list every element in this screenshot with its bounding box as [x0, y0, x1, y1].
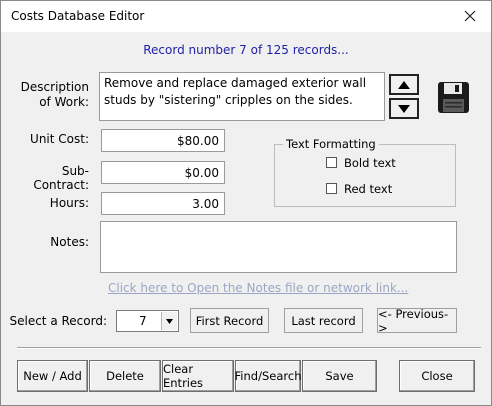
- close-icon[interactable]: [455, 3, 485, 29]
- title-bar: Costs Database Editor: [1, 1, 491, 32]
- delete-button[interactable]: Delete: [89, 360, 161, 392]
- hours-label: Hours:: [49, 196, 89, 210]
- record-select-value: 7: [139, 314, 147, 328]
- select-record-label: Select a Record:: [9, 314, 107, 328]
- separator: [17, 347, 481, 349]
- notes-label: Notes:: [50, 235, 89, 249]
- red-text-label: Red text: [344, 182, 393, 196]
- unit-cost-field[interactable]: $80.00: [101, 129, 225, 152]
- floppy-disk-icon[interactable]: [437, 81, 470, 114]
- notes-link[interactable]: Click here to Open the Notes file or net…: [108, 281, 408, 295]
- red-text-checkbox[interactable]: [326, 183, 337, 194]
- last-record-button[interactable]: Last record: [284, 308, 363, 333]
- clear-entries-button[interactable]: Clear Entries: [162, 360, 234, 392]
- previous-record-button[interactable]: <- Previous->: [377, 307, 457, 335]
- chevron-down-icon[interactable]: [161, 312, 177, 330]
- notes-field[interactable]: [100, 221, 457, 273]
- editor-window: Costs Database Editor Record number 7 of…: [0, 0, 492, 406]
- new-add-button[interactable]: New / Add: [17, 360, 88, 392]
- description-field[interactable]: Remove and replace damaged exterior wall…: [99, 72, 385, 121]
- save-button[interactable]: Save: [302, 360, 377, 392]
- text-formatting-group: [274, 144, 456, 207]
- window-title: Costs Database Editor: [11, 9, 145, 23]
- bold-text-label: Bold text: [344, 156, 396, 170]
- sub-contract-label: Sub-Contract:: [33, 164, 89, 192]
- record-down-button[interactable]: [389, 98, 419, 119]
- record-select[interactable]: 7: [116, 310, 179, 332]
- text-formatting-title: Text Formatting: [283, 137, 379, 151]
- sub-contract-field[interactable]: $0.00: [101, 161, 225, 184]
- record-up-button[interactable]: [389, 74, 419, 95]
- first-record-button[interactable]: First Record: [190, 308, 269, 333]
- description-label: Description of Work:: [20, 80, 89, 109]
- hours-field[interactable]: 3.00: [101, 192, 225, 215]
- find-search-button[interactable]: Find/Search: [235, 360, 301, 392]
- unit-cost-label: Unit Cost:: [30, 132, 89, 146]
- bold-text-checkbox[interactable]: [326, 157, 337, 168]
- close-button[interactable]: Close: [399, 360, 475, 392]
- record-counter: Record number 7 of 125 records...: [143, 43, 349, 57]
- arrow-down-icon: [398, 104, 410, 113]
- arrow-up-icon: [398, 80, 410, 89]
